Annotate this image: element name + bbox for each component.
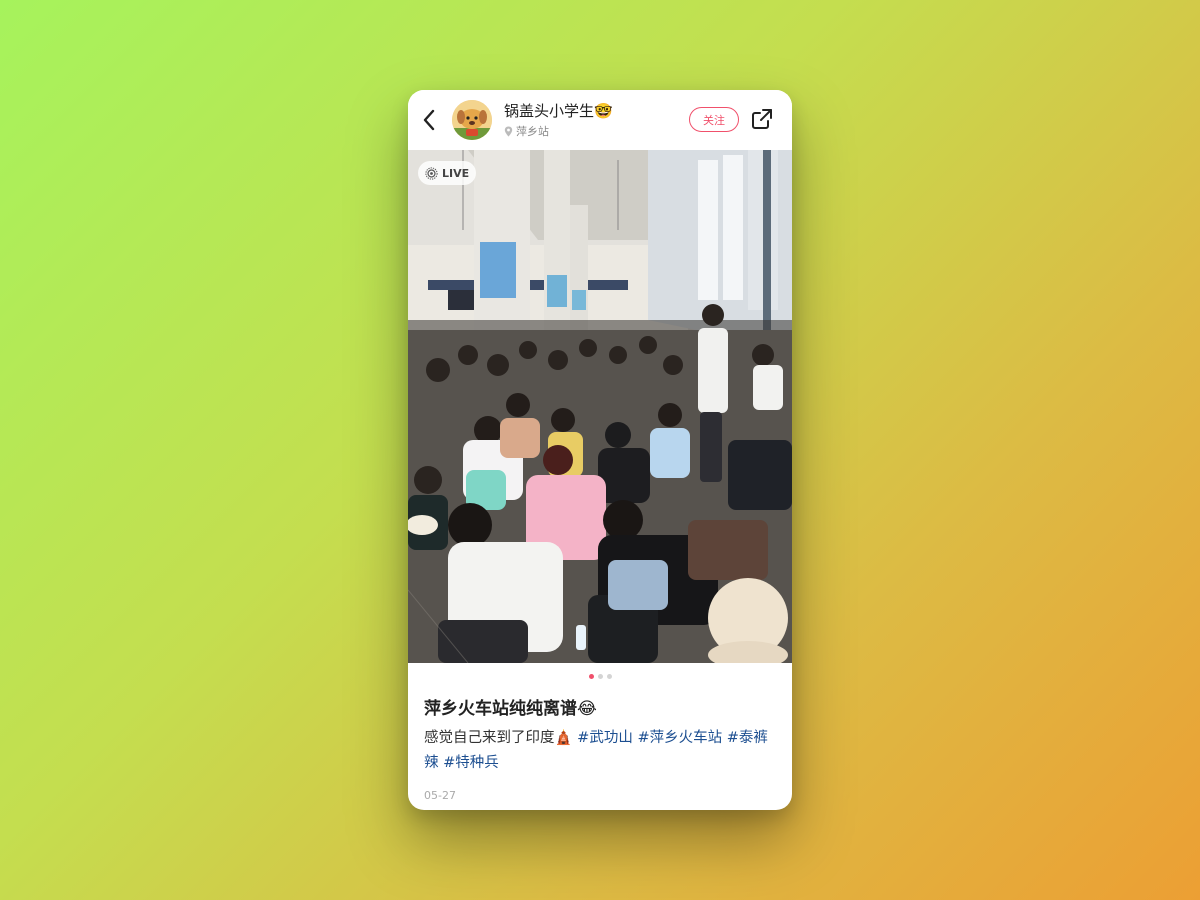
carousel-indicator (408, 674, 792, 679)
avatar[interactable] (452, 100, 492, 140)
share-icon (752, 109, 772, 129)
live-badge[interactable]: LIVE (418, 161, 476, 185)
carousel-dot-active[interactable] (588, 674, 594, 679)
hashtag[interactable]: #武功山 (577, 730, 633, 746)
post-photo[interactable]: LIVE (408, 150, 792, 663)
post-header: 锅盖头小学生🤓 萍乡站 关注 (408, 90, 792, 150)
avatar-image (452, 100, 492, 140)
hashtag[interactable]: #特种兵 (443, 755, 499, 771)
post-description: 感觉自己来到了印度🛕 #武功山 #萍乡火车站 #泰裤辣 #特种兵 (424, 726, 780, 776)
post-text: 感觉自己来到了印度🛕 (424, 730, 573, 746)
chevron-left-icon (423, 109, 435, 131)
back-button[interactable] (418, 104, 440, 136)
location-pin-icon (504, 126, 513, 136)
location-label: 萍乡站 (516, 125, 549, 138)
post-card: 锅盖头小学生🤓 萍乡站 关注 LIVE 萍乡火车站纯纯离谱😂 感觉自己来到了印度… (408, 90, 792, 810)
username[interactable]: 锅盖头小学生🤓 (504, 100, 613, 121)
share-button[interactable] (750, 107, 774, 131)
post-title: 萍乡火车站纯纯离谱😂 (424, 699, 597, 719)
carousel-dot[interactable] (606, 674, 612, 679)
location-tag[interactable]: 萍乡站 (504, 123, 549, 139)
photo-image (408, 150, 792, 663)
live-photo-icon (425, 166, 438, 180)
follow-button[interactable]: 关注 (689, 107, 739, 132)
live-label: LIVE (442, 166, 470, 180)
carousel-dot[interactable] (597, 674, 603, 679)
hashtag[interactable]: #萍乡火车站 (637, 730, 722, 746)
post-date: 05-27 (424, 789, 456, 802)
